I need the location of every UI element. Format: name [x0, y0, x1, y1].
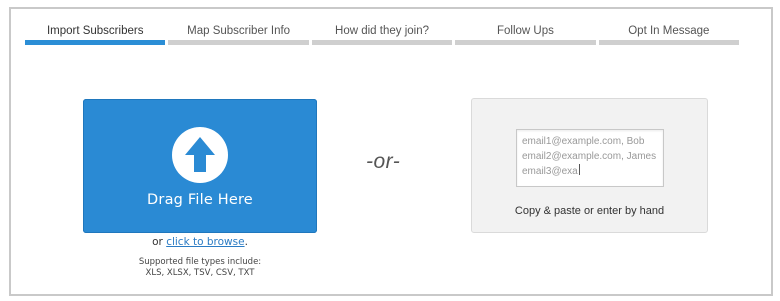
step-progress-bar — [168, 40, 309, 45]
paste-line-text: email3@exa — [522, 166, 578, 177]
browse-suffix: . — [244, 236, 248, 248]
file-drop-zone[interactable]: Drag File Here — [83, 99, 317, 233]
browse-line: or click to browse. — [83, 236, 317, 248]
text-caret — [578, 164, 580, 175]
click-to-browse-link[interactable]: click to browse — [166, 236, 244, 248]
paste-caption: Copy & paste or enter by hand — [514, 205, 665, 217]
step-label: Follow Ups — [496, 25, 554, 37]
paste-line: email1@example.com, Bob — [522, 136, 645, 147]
wizard-steps: Import Subscribers Map Subscriber Info H… — [25, 21, 740, 45]
step-progress-bar — [311, 40, 453, 45]
step-follow-ups[interactable]: Follow Ups — [455, 21, 596, 45]
step-progress-bar — [455, 40, 596, 45]
step-label: Map Subscriber Info — [187, 25, 291, 37]
step-progress-bar — [598, 40, 740, 45]
paste-panel: email1@example.com, Bob email2@example.c… — [471, 98, 708, 233]
upload-arrow-icon — [172, 127, 228, 183]
step-label: How did they join? — [335, 25, 429, 37]
step-how-did-they-join[interactable]: How did they join? — [311, 21, 453, 45]
supported-label: Supported file types include: — [138, 257, 262, 267]
step-progress-bar — [25, 40, 166, 45]
step-label: Import Subscribers — [46, 25, 144, 37]
paste-emails-textarea[interactable]: email1@example.com, Bob email2@example.c… — [516, 129, 664, 187]
step-label: Opt In Message — [628, 25, 710, 37]
supported-file-types: Supported file types include: XLS, XLSX,… — [83, 257, 317, 279]
paste-line: email2@example.com, James — [522, 151, 657, 162]
or-separator: -or- — [366, 150, 401, 173]
step-map-subscriber-info[interactable]: Map Subscriber Info — [168, 21, 309, 45]
supported-list: XLS, XLSX, TSV, CSV, TXT — [145, 268, 255, 278]
step-opt-in-message[interactable]: Opt In Message — [598, 21, 740, 45]
paste-line: email3@exa — [522, 164, 658, 179]
drop-zone-label: Drag File Here — [147, 192, 253, 208]
step-import-subscribers[interactable]: Import Subscribers — [25, 21, 166, 45]
browse-prefix: or — [152, 236, 163, 248]
import-panel: Import Subscribers Map Subscriber Info H… — [9, 7, 773, 296]
